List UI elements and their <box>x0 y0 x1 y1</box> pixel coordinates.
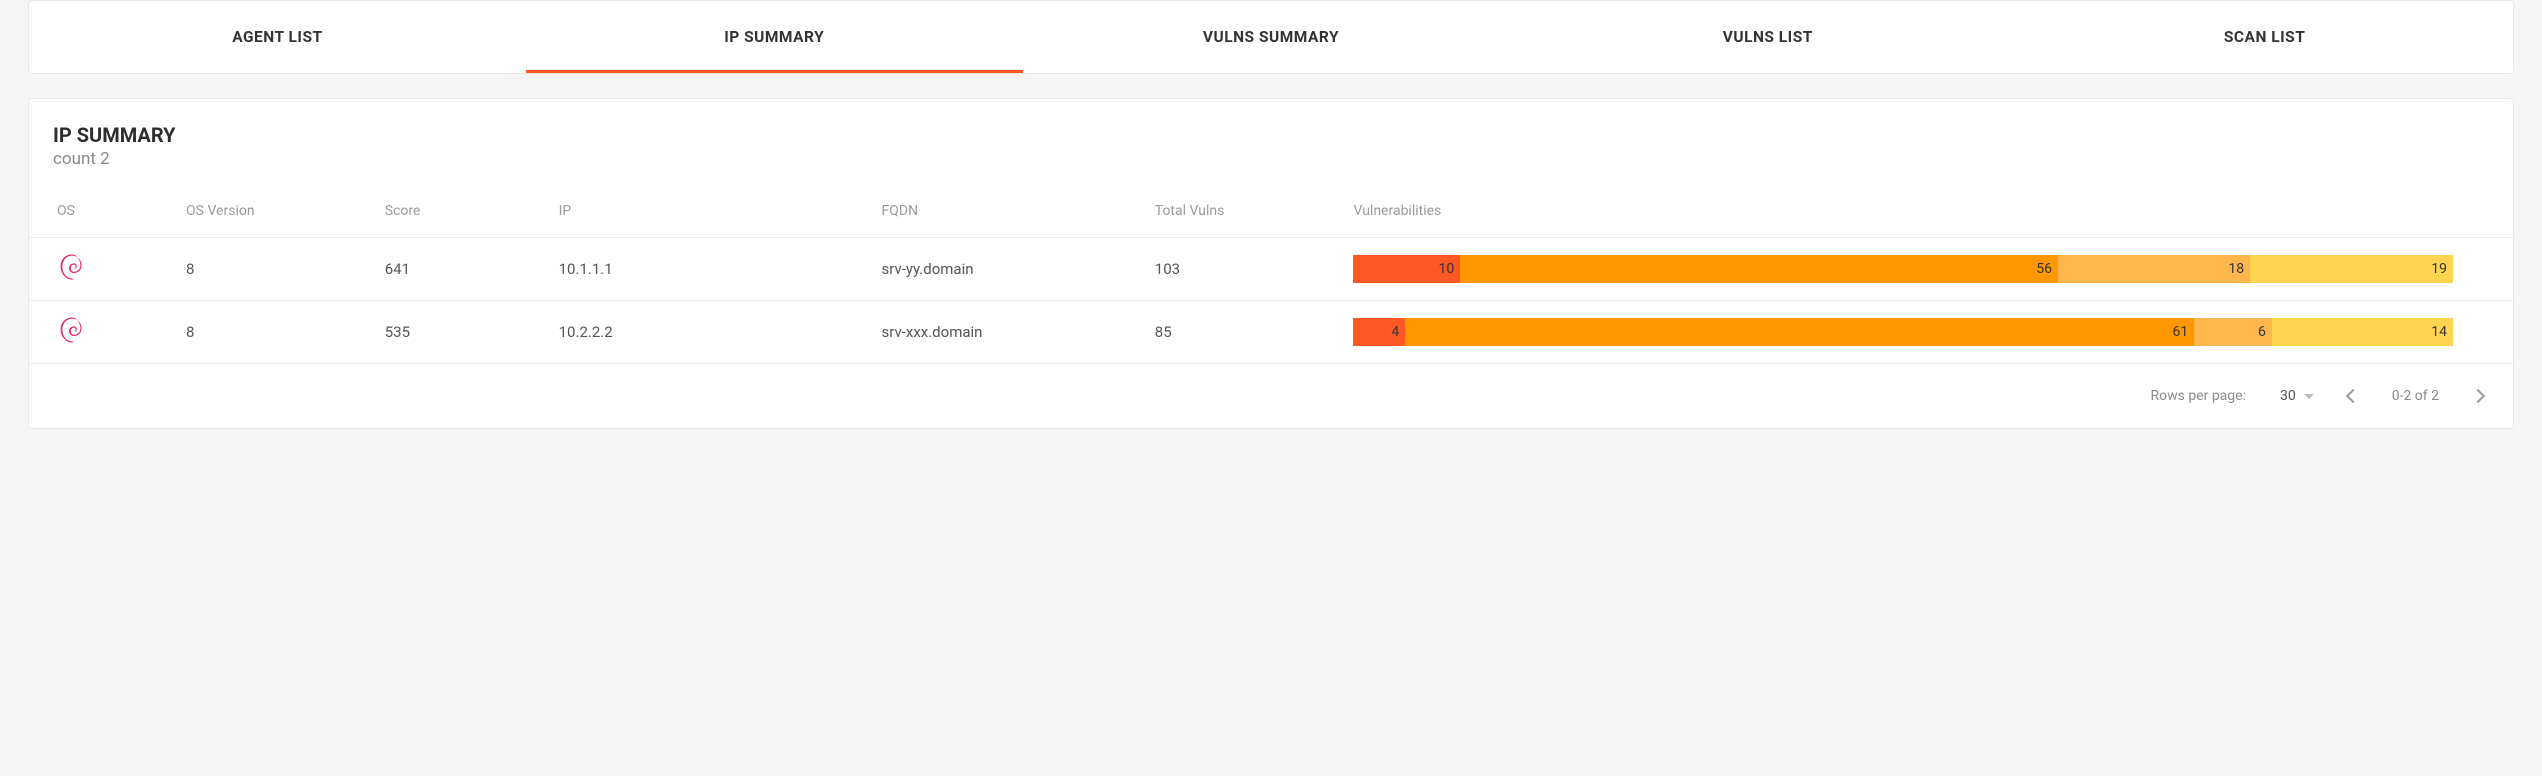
col-os-version[interactable]: OS Version <box>178 203 377 238</box>
tab-vulns-summary[interactable]: VULNS SUMMARY <box>1023 1 1520 73</box>
vuln-segment-low: 19 <box>2250 255 2453 283</box>
rows-per-page-value: 30 <box>2280 388 2296 404</box>
cell-os <box>29 301 178 364</box>
tab-label: IP SUMMARY <box>724 28 824 46</box>
tab-vulns-list[interactable]: VULNS LIST <box>1519 1 2016 73</box>
cell-total-vulns: 85 <box>1147 301 1346 364</box>
chevron-down-icon <box>2304 394 2314 399</box>
rows-per-page-label: Rows per page: <box>2150 388 2245 404</box>
col-vulns[interactable]: Vulnerabilities <box>1345 203 2513 238</box>
panel-count-label: count 2 <box>53 149 2489 169</box>
tab-agent-list[interactable]: AGENT LIST <box>29 1 526 73</box>
cell-total-vulns: 103 <box>1147 238 1346 301</box>
tab-label: SCAN LIST <box>2224 28 2305 46</box>
tabs-bar: AGENT LIST IP SUMMARY VULNS SUMMARY VULNS L… <box>28 0 2514 74</box>
vulnerability-bar: 10561819 <box>1353 255 2453 283</box>
cell-fqdn: srv-yy.domain <box>874 238 1147 301</box>
ip-summary-panel: IP SUMMARY count 2 OS OS Version Score I… <box>28 98 2514 429</box>
cell-os-version: 8 <box>178 238 377 301</box>
cell-vulnerabilities: 10561819 <box>1345 238 2513 301</box>
cell-fqdn: srv-xxx.domain <box>874 301 1147 364</box>
tab-scan-list[interactable]: SCAN LIST <box>2016 1 2513 73</box>
tab-label: AGENT LIST <box>232 28 322 46</box>
tab-label: VULNS SUMMARY <box>1203 28 1339 46</box>
cell-ip: 10.2.2.2 <box>551 301 874 364</box>
page-range-label: 0-2 of 2 <box>2392 388 2439 404</box>
vuln-segment-high: 56 <box>1460 255 2058 283</box>
pager: 0-2 of 2 <box>2348 388 2483 404</box>
cell-os-version: 8 <box>178 301 377 364</box>
vuln-segment-high: 61 <box>1405 318 2194 346</box>
vuln-segment-medium: 6 <box>2194 318 2272 346</box>
tab-ip-summary[interactable]: IP SUMMARY <box>526 1 1023 73</box>
vuln-segment-medium: 18 <box>2058 255 2250 283</box>
table-row[interactable]: 864110.1.1.1srv-yy.domain10310561819 <box>29 238 2513 301</box>
next-page-button[interactable] <box>2471 389 2485 403</box>
cell-vulnerabilities: 461614 <box>1345 301 2513 364</box>
cell-score: 535 <box>377 301 551 364</box>
debian-icon <box>57 315 87 345</box>
debian-icon <box>57 252 87 282</box>
vuln-segment-critical: 4 <box>1353 318 1405 346</box>
cell-score: 641 <box>377 238 551 301</box>
table-footer: Rows per page: 30 0-2 of 2 <box>29 364 2513 410</box>
col-fqdn[interactable]: FQDN <box>874 203 1147 238</box>
cell-os <box>29 238 178 301</box>
ip-summary-table: OS OS Version Score IP FQDN Total Vulns … <box>29 203 2513 364</box>
col-total-vulns[interactable]: Total Vulns <box>1147 203 1346 238</box>
cell-ip: 10.1.1.1 <box>551 238 874 301</box>
vuln-segment-low: 14 <box>2272 318 2453 346</box>
tab-label: VULNS LIST <box>1723 28 1813 46</box>
col-score[interactable]: Score <box>377 203 551 238</box>
previous-page-button[interactable] <box>2346 389 2360 403</box>
vulnerability-bar: 461614 <box>1353 318 2453 346</box>
col-os[interactable]: OS <box>29 203 178 238</box>
vuln-segment-critical: 10 <box>1353 255 1460 283</box>
rows-per-page-select[interactable]: 30 <box>2280 388 2314 404</box>
panel-header: IP SUMMARY count 2 <box>29 123 2513 203</box>
table-header-row: OS OS Version Score IP FQDN Total Vulns … <box>29 203 2513 238</box>
col-ip[interactable]: IP <box>551 203 874 238</box>
panel-title: IP SUMMARY <box>53 123 2489 147</box>
table-row[interactable]: 853510.2.2.2srv-xxx.domain85461614 <box>29 301 2513 364</box>
